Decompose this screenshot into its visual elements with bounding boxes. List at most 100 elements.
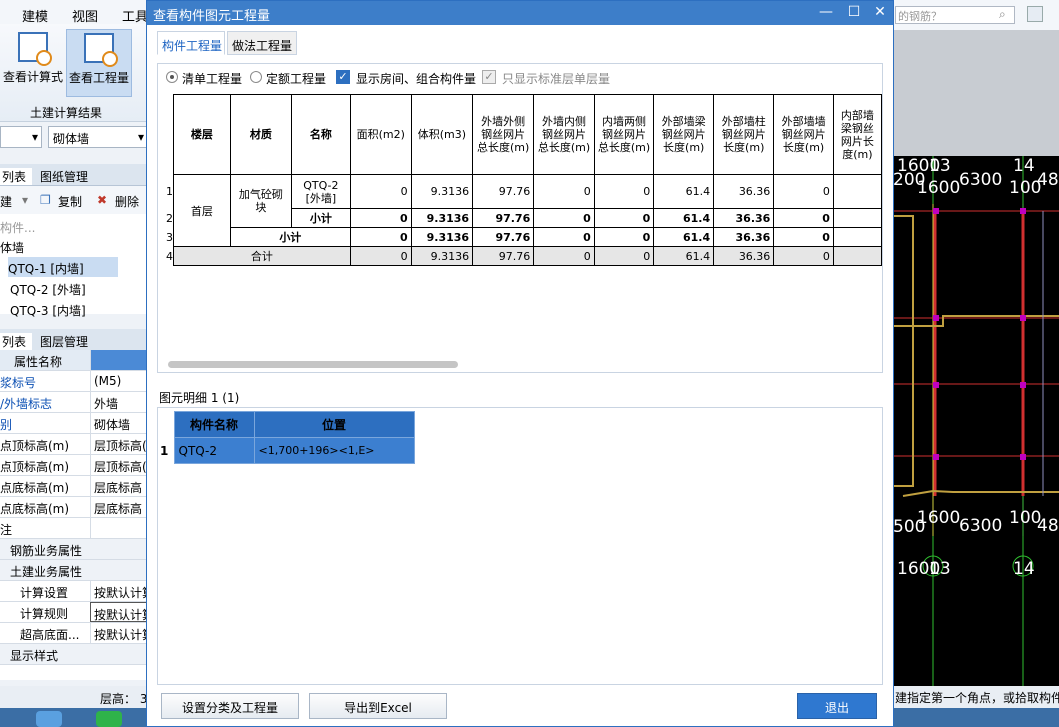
- property-value[interactable]: 按默认计算: [90, 602, 148, 622]
- property-row[interactable]: /外墙标志 外墙: [0, 392, 148, 413]
- property-value[interactable]: 按默认计算: [90, 623, 148, 643]
- value-cell[interactable]: 0: [593, 208, 655, 228]
- floor-cell[interactable]: 首层: [173, 174, 231, 247]
- view-quantity-button[interactable]: 查看工程量: [66, 29, 132, 97]
- value-cell[interactable]: 36.36: [713, 227, 775, 247]
- view-formula-button[interactable]: 查看计算式: [0, 29, 66, 97]
- value-cell[interactable]: 9.3136: [410, 227, 474, 247]
- search-input[interactable]: 构件...: [0, 216, 35, 236]
- property-value[interactable]: 砌体墙: [90, 413, 148, 433]
- horizontal-scrollbar[interactable]: [168, 361, 458, 368]
- value-cell[interactable]: 0: [773, 174, 834, 209]
- property-row[interactable]: 计算设置按默认计算: [0, 581, 148, 602]
- value-cell[interactable]: 97.76: [472, 174, 535, 209]
- material-cell[interactable]: 加气砼砌块: [229, 174, 292, 228]
- value-cell[interactable]: [832, 208, 883, 228]
- value-cell[interactable]: 0: [349, 208, 412, 228]
- minimize-icon[interactable]: —: [817, 4, 835, 22]
- property-row[interactable]: 注: [0, 518, 148, 539]
- value-cell[interactable]: 0: [349, 174, 412, 209]
- property-value[interactable]: 层底标高: [90, 476, 148, 496]
- quota-quantity-radio[interactable]: [250, 71, 262, 83]
- bill-quantity-radio[interactable]: [166, 71, 178, 83]
- tab-component-quantity[interactable]: 构件工程量: [157, 31, 225, 55]
- property-row[interactable]: 计算规则按默认计算: [0, 602, 148, 623]
- menu-item-model[interactable]: 建模: [22, 6, 48, 25]
- property-value[interactable]: [90, 518, 148, 538]
- property-value[interactable]: 外墙: [90, 392, 148, 412]
- value-cell[interactable]: [832, 246, 883, 266]
- tree-item[interactable]: QTQ-1 [内墙]: [8, 257, 118, 277]
- tree-item[interactable]: QTQ-2 [外墙]: [10, 278, 86, 298]
- table-row[interactable]: 3 小计 0 9.3136 97.76 0 0 61.4 36.36 0: [166, 227, 883, 247]
- menu-item-tools[interactable]: 工具: [122, 6, 148, 25]
- value-cell[interactable]: 97.76: [472, 246, 535, 266]
- value-cell[interactable]: 0: [349, 227, 412, 247]
- category-dropdown[interactable]: ▾: [0, 126, 42, 148]
- value-cell[interactable]: 61.4: [653, 227, 715, 247]
- property-row[interactable]: 点顶标高(m) 层顶标高(: [0, 455, 148, 476]
- property-value[interactable]: 层顶标高(: [90, 455, 148, 475]
- property-row[interactable]: 点顶标高(m) 层顶标高(: [0, 434, 148, 455]
- value-cell[interactable]: 9.3136: [410, 208, 474, 228]
- tree-item[interactable]: QTQ-3 [内墙]: [10, 299, 86, 319]
- new-button[interactable]: 建: [0, 193, 12, 210]
- value-cell[interactable]: 0: [349, 246, 412, 266]
- tree-group[interactable]: 体墙: [0, 236, 24, 256]
- value-cell[interactable]: 36.36: [713, 246, 775, 266]
- type-dropdown[interactable]: 砌体墙 ▾: [48, 126, 148, 148]
- value-cell[interactable]: 0: [773, 246, 834, 266]
- value-cell[interactable]: 61.4: [653, 246, 715, 266]
- value-cell[interactable]: 0: [533, 227, 595, 247]
- value-cell[interactable]: 0: [533, 208, 595, 228]
- tab-drawing-management[interactable]: 图纸管理: [40, 168, 88, 185]
- tab-property-list[interactable]: 列表: [0, 333, 32, 350]
- value-cell[interactable]: 0: [593, 246, 655, 266]
- close-icon[interactable]: ✕: [871, 4, 889, 22]
- property-value[interactable]: 层顶标高(: [90, 434, 148, 454]
- tab-layer-management[interactable]: 图层管理: [40, 333, 88, 350]
- property-row[interactable]: 点底标高(m) 层底标高: [0, 497, 148, 518]
- value-cell[interactable]: 9.3136: [410, 246, 474, 266]
- property-value[interactable]: 按默认计算: [90, 581, 148, 601]
- wechat-icon[interactable]: [96, 711, 122, 727]
- value-cell[interactable]: 97.76: [472, 227, 535, 247]
- help-search-input[interactable]: 的钢筋？: [895, 6, 1015, 24]
- value-cell[interactable]: 0: [773, 208, 834, 228]
- cad-canvas[interactable]: 1600 13 14 200 1600 6300 100 480 500 160…: [893, 156, 1059, 686]
- copy-button[interactable]: 复制: [58, 193, 82, 210]
- property-row[interactable]: 超高底面...按默认计算: [0, 623, 148, 644]
- value-cell[interactable]: 0: [593, 227, 655, 247]
- property-value[interactable]: (M5): [90, 371, 148, 391]
- dropdown-arrow-icon[interactable]: ▾: [22, 193, 28, 207]
- value-cell[interactable]: 0: [533, 246, 595, 266]
- delete-button[interactable]: 删除: [115, 193, 139, 210]
- property-row[interactable]: 浆标号 (M5): [0, 371, 148, 392]
- value-cell[interactable]: 0: [593, 174, 655, 209]
- search-icon[interactable]: ⌕: [999, 7, 1006, 22]
- tab-method-quantity[interactable]: 做法工程量: [227, 31, 297, 55]
- value-cell[interactable]: 0: [773, 227, 834, 247]
- name-cell[interactable]: QTQ-2 [外墙]: [290, 174, 351, 209]
- subtotal-cell[interactable]: 小计: [229, 227, 351, 247]
- property-row[interactable]: 点底标高(m) 层底标高: [0, 476, 148, 497]
- value-cell[interactable]: 0: [533, 174, 595, 209]
- property-group-row[interactable]: 显示样式: [0, 644, 148, 665]
- avatar[interactable]: [1027, 6, 1043, 22]
- show-room-label[interactable]: 显示房间、组合构件量: [356, 70, 476, 87]
- position-cell[interactable]: <1,700+196><1,E>: [253, 437, 415, 464]
- quota-quantity-label[interactable]: 定额工程量: [266, 70, 326, 87]
- show-room-checkbox[interactable]: ✓: [336, 70, 350, 84]
- subtotal-cell[interactable]: 小计: [290, 208, 351, 228]
- component-name-cell[interactable]: QTQ-2: [173, 437, 255, 464]
- table-row[interactable]: 4 合计 0 9.3136 97.76 0 0 61.4 36.36 0: [166, 246, 883, 266]
- table-row[interactable]: 1 首层 加气砼砌块 QTQ-2 [外墙] 0 9.3136 97.76 0 0…: [166, 174, 883, 247]
- value-cell[interactable]: [832, 227, 883, 247]
- property-group-row[interactable]: 钢筋业务属性: [0, 539, 148, 560]
- value-cell[interactable]: 97.76: [472, 208, 535, 228]
- value-cell[interactable]: 61.4: [653, 208, 715, 228]
- value-cell[interactable]: 36.36: [713, 174, 775, 209]
- value-cell[interactable]: [832, 174, 883, 209]
- value-cell[interactable]: 9.3136: [410, 174, 474, 209]
- property-row[interactable]: 别 砌体墙: [0, 413, 148, 434]
